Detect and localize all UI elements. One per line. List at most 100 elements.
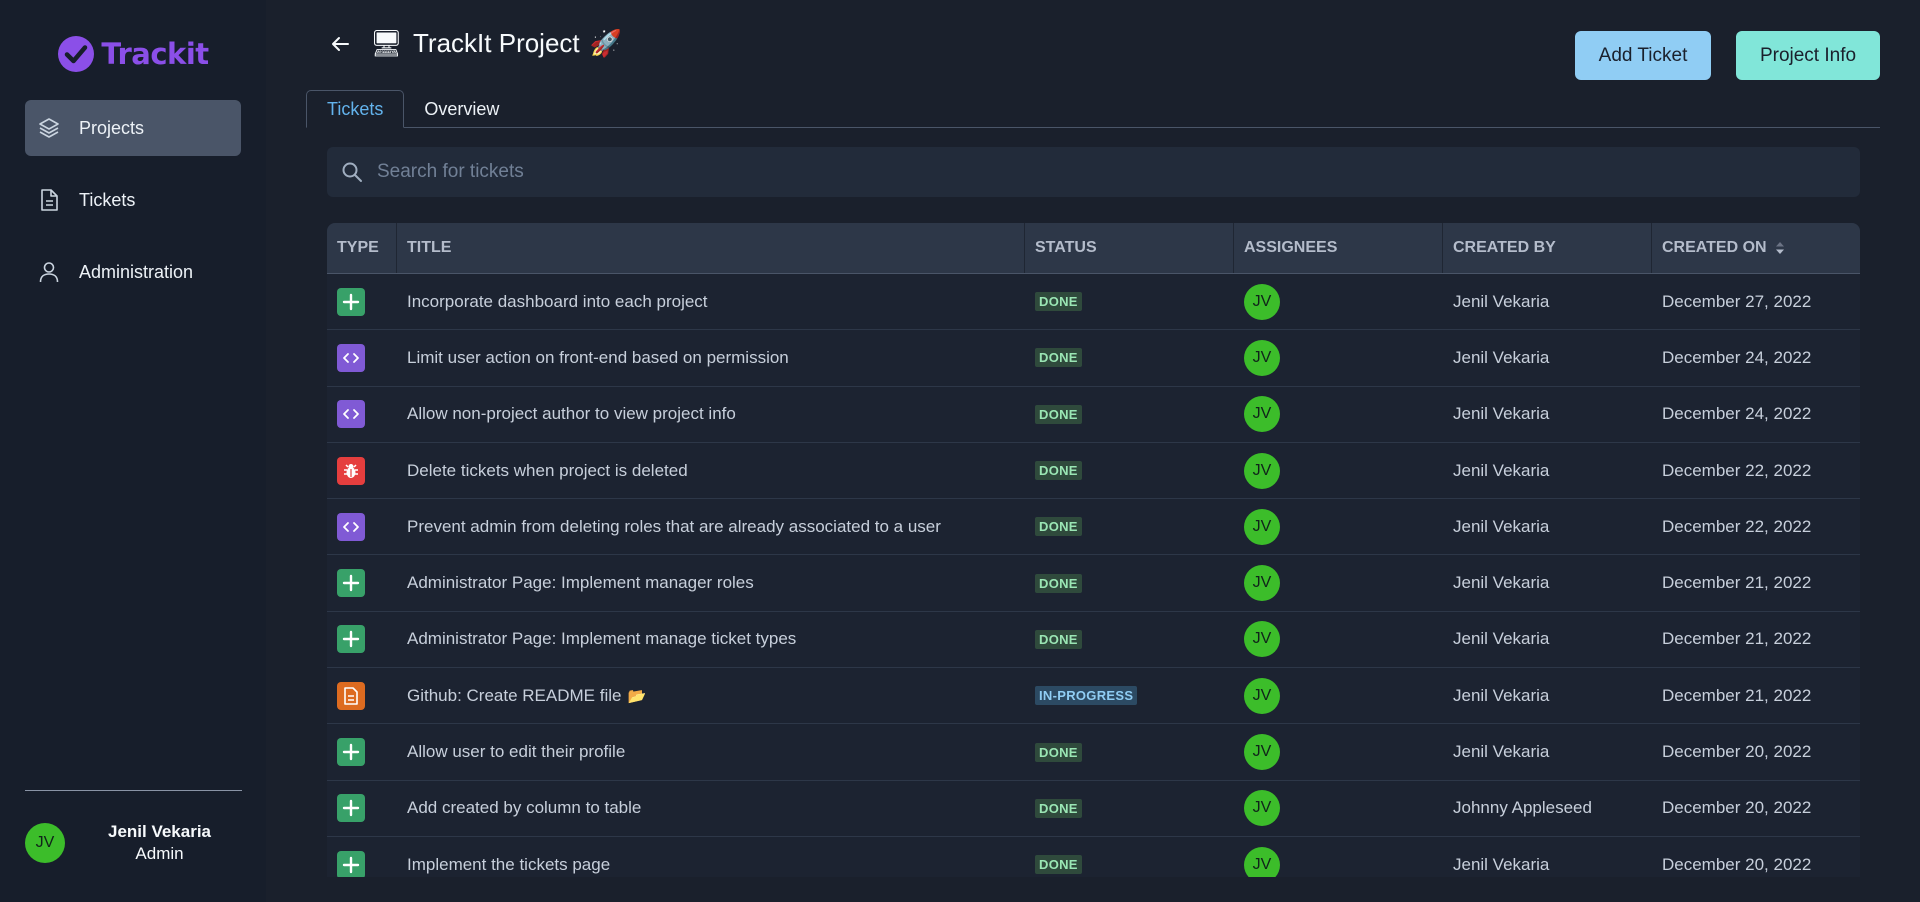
cell-type: [327, 274, 397, 329]
table-row[interactable]: Limit user action on front-end based on …: [327, 330, 1860, 387]
code-icon: [337, 512, 365, 541]
avatar: JV: [1244, 565, 1280, 602]
ticket-title[interactable]: Implement the tickets page: [407, 855, 610, 875]
tab-overview[interactable]: Overview: [404, 90, 519, 128]
cell-created-by: Jenil Vekaria: [1453, 516, 1550, 536]
cell-assignees: JV: [1234, 443, 1443, 498]
status-badge: DONE: [1035, 573, 1082, 593]
tab-bar: Tickets Overview: [306, 90, 1880, 128]
sidebar-item-administration[interactable]: Administration: [25, 244, 241, 300]
cell-created-by: Jenil Vekaria: [1453, 460, 1550, 480]
plus-icon: [337, 738, 365, 767]
app-name: Trackit: [101, 37, 209, 71]
ticket-title[interactable]: Administrator Page: Implement manage tic…: [407, 629, 796, 649]
sidebar-nav: Projects Tickets Administration: [0, 100, 266, 300]
avatar: JV: [1244, 452, 1280, 489]
ticket-title[interactable]: Incorporate dashboard into each project: [407, 292, 708, 312]
column-header-type[interactable]: TYPE: [327, 223, 397, 273]
ticket-title[interactable]: Administrator Page: Implement manager ro…: [407, 573, 754, 593]
add-ticket-button[interactable]: Add Ticket: [1575, 31, 1711, 80]
table-header: TYPE TITLE STATUS ASSIGNEES CREATED BY C…: [327, 223, 1860, 274]
column-header-status[interactable]: STATUS: [1025, 223, 1234, 273]
folder-icon: 📂: [627, 687, 647, 705]
column-header-created-by[interactable]: CREATED BY: [1443, 223, 1652, 273]
column-header-assignees[interactable]: ASSIGNEES: [1234, 223, 1443, 273]
cell-status: DONE: [1025, 555, 1234, 610]
cell-title: Add created by column to table: [397, 781, 1025, 836]
ticket-title[interactable]: Delete tickets when project is deleted: [407, 461, 688, 481]
search-input[interactable]: [377, 147, 1860, 197]
sidebar-item-label: Projects: [79, 117, 145, 138]
document-icon: [35, 186, 63, 214]
ticket-title[interactable]: Github: Create README file: [407, 686, 621, 706]
cell-title: Incorporate dashboard into each project: [397, 274, 1025, 329]
sidebar-item-tickets[interactable]: Tickets: [25, 172, 241, 228]
column-header-label: CREATED ON: [1662, 239, 1767, 256]
avatar: JV: [1244, 734, 1280, 771]
tickets-table: TYPE TITLE STATUS ASSIGNEES CREATED BY C…: [327, 223, 1860, 877]
main-content: 🖥 TrackIt Project 🚀 Add Ticket Project I…: [266, 0, 1920, 902]
sidebar-item-projects[interactable]: Projects: [25, 100, 241, 156]
rocket-icon: 🚀: [589, 28, 623, 58]
cell-status: DONE: [1025, 330, 1234, 385]
cell-created-on: December 27, 2022: [1662, 291, 1812, 311]
cell-created-by: Jenil Vekaria: [1453, 573, 1550, 593]
cell-title: Github: Create README file 📂: [397, 668, 1025, 723]
ticket-title[interactable]: Allow user to edit their profile: [407, 742, 625, 762]
cell-assignees: JV: [1234, 274, 1443, 329]
cell-created-by: Jenil Vekaria: [1453, 291, 1550, 311]
cell-assignees: JV: [1234, 499, 1443, 554]
cell-assignees: JV: [1234, 837, 1443, 877]
search-icon: [327, 161, 377, 183]
table-row[interactable]: Administrator Page: Implement manage tic…: [327, 612, 1860, 669]
app-logo[interactable]: Trackit: [0, 24, 266, 84]
table-row[interactable]: Implement the tickets page DONE JV Jenil…: [327, 837, 1860, 877]
cell-created-by: Jenil Vekaria: [1453, 854, 1550, 874]
user-profile[interactable]: JV Jenil Vekaria Admin: [25, 790, 242, 902]
table-row[interactable]: Delete tickets when project is deleted D…: [327, 443, 1860, 500]
table-row[interactable]: Administrator Page: Implement manager ro…: [327, 555, 1860, 612]
cell-created-on: December 24, 2022: [1662, 404, 1812, 424]
cell-created-on: December 21, 2022: [1662, 685, 1812, 705]
table-row[interactable]: Incorporate dashboard into each project …: [327, 274, 1860, 331]
cell-type: [327, 668, 397, 723]
table-row[interactable]: Add created by column to table DONE JV J…: [327, 781, 1860, 837]
tab-tickets[interactable]: Tickets: [306, 90, 405, 128]
cell-type: [327, 443, 397, 498]
user-meta: Jenil Vekaria Admin: [77, 822, 242, 864]
cell-status: DONE: [1025, 612, 1234, 667]
table-row[interactable]: Github: Create README file 📂 IN-PROGRESS…: [327, 668, 1860, 725]
column-header-created-on[interactable]: CREATED ON: [1652, 223, 1860, 273]
cell-type: [327, 781, 397, 836]
cell-title: Administrator Page: Implement manager ro…: [397, 555, 1025, 610]
arrow-left-icon: [332, 37, 349, 51]
project-info-button[interactable]: Project Info: [1736, 31, 1880, 80]
avatar: JV: [1244, 339, 1280, 376]
ticket-title[interactable]: Add created by column to table: [407, 798, 641, 818]
cell-type: [327, 499, 397, 554]
cell-created-by: Johnny Appleseed: [1453, 798, 1592, 818]
bug-icon: [337, 456, 365, 485]
sort-icon[interactable]: [1775, 241, 1785, 255]
table-row[interactable]: Allow non-project author to view project…: [327, 387, 1860, 443]
cell-created-by: Jenil Vekaria: [1453, 742, 1550, 762]
table-row[interactable]: Allow user to edit their profile DONE JV…: [327, 724, 1860, 781]
status-badge: DONE: [1035, 742, 1082, 762]
code-icon: [337, 343, 365, 372]
ticket-title[interactable]: Allow non-project author to view project…: [407, 404, 736, 424]
cell-status: DONE: [1025, 499, 1234, 554]
column-header-title[interactable]: TITLE: [397, 223, 1025, 273]
back-button[interactable]: [326, 30, 354, 58]
table-row[interactable]: Prevent admin from deleting roles that a…: [327, 499, 1860, 556]
cell-status: IN-PROGRESS: [1025, 668, 1234, 723]
document-icon: [337, 681, 365, 710]
cell-created-on: December 21, 2022: [1662, 629, 1812, 649]
status-badge: DONE: [1035, 855, 1082, 875]
table-body: Incorporate dashboard into each project …: [327, 274, 1860, 877]
avatar: JV: [1244, 508, 1280, 545]
ticket-title[interactable]: Prevent admin from deleting roles that a…: [407, 517, 941, 537]
ticket-title[interactable]: Limit user action on front-end based on …: [407, 348, 789, 368]
avatar: JV: [1244, 283, 1280, 320]
cell-type: [327, 724, 397, 779]
cell-created-by: Jenil Vekaria: [1453, 685, 1550, 705]
